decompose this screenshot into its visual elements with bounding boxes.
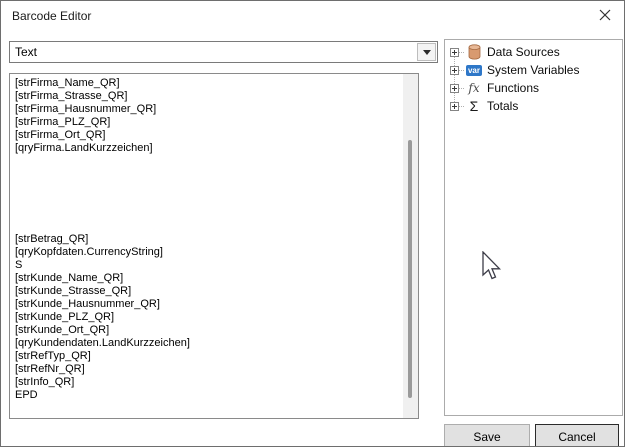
editor-scrollbar[interactable]	[403, 74, 418, 418]
fields-tree-panel: Data Sources var System Variables fx Fun…	[444, 39, 623, 416]
tree-item-data-sources[interactable]: Data Sources	[445, 43, 622, 61]
chevron-down-icon	[423, 50, 431, 55]
window-title: Barcode Editor	[1, 9, 91, 23]
barcode-text-editor[interactable]: [strFirma_Name_QR] [strFirma_Strasse_QR]…	[9, 73, 419, 419]
close-button[interactable]	[590, 3, 620, 27]
tree-item-label[interactable]: System Variables	[484, 63, 579, 77]
var-badge-icon: var	[466, 65, 482, 76]
cancel-button[interactable]: Cancel	[535, 424, 619, 447]
expand-plus-icon[interactable]	[450, 66, 459, 75]
titlebar: Barcode Editor	[1, 1, 624, 31]
close-icon	[599, 9, 611, 21]
tree-item-functions[interactable]: fx Functions	[445, 79, 622, 97]
barcode-text-content[interactable]: [strFirma_Name_QR] [strFirma_Strasse_QR]…	[15, 77, 400, 415]
sigma-icon: Σ	[470, 99, 479, 113]
tree-item-totals[interactable]: Σ Totals	[445, 97, 622, 115]
barcode-type-dropdown[interactable]: Text	[9, 41, 438, 63]
save-button[interactable]: Save	[444, 424, 530, 447]
expand-plus-icon[interactable]	[450, 84, 459, 93]
tree-item-system-variables[interactable]: var System Variables	[445, 61, 622, 79]
dropdown-button[interactable]	[417, 43, 436, 61]
expand-plus-icon[interactable]	[450, 48, 459, 57]
tree-item-label[interactable]: Functions	[484, 81, 539, 95]
editor-scrollbar-thumb[interactable]	[408, 140, 412, 398]
tree-item-label[interactable]: Data Sources	[484, 45, 560, 59]
barcode-type-value: Text	[15, 45, 37, 59]
fx-icon: fx	[468, 81, 479, 95]
database-icon	[468, 44, 481, 60]
expand-plus-icon[interactable]	[450, 102, 459, 111]
tree-item-label[interactable]: Totals	[484, 99, 518, 113]
barcode-editor-dialog: Barcode Editor Text [strFirma_Name_QR] […	[0, 0, 625, 447]
